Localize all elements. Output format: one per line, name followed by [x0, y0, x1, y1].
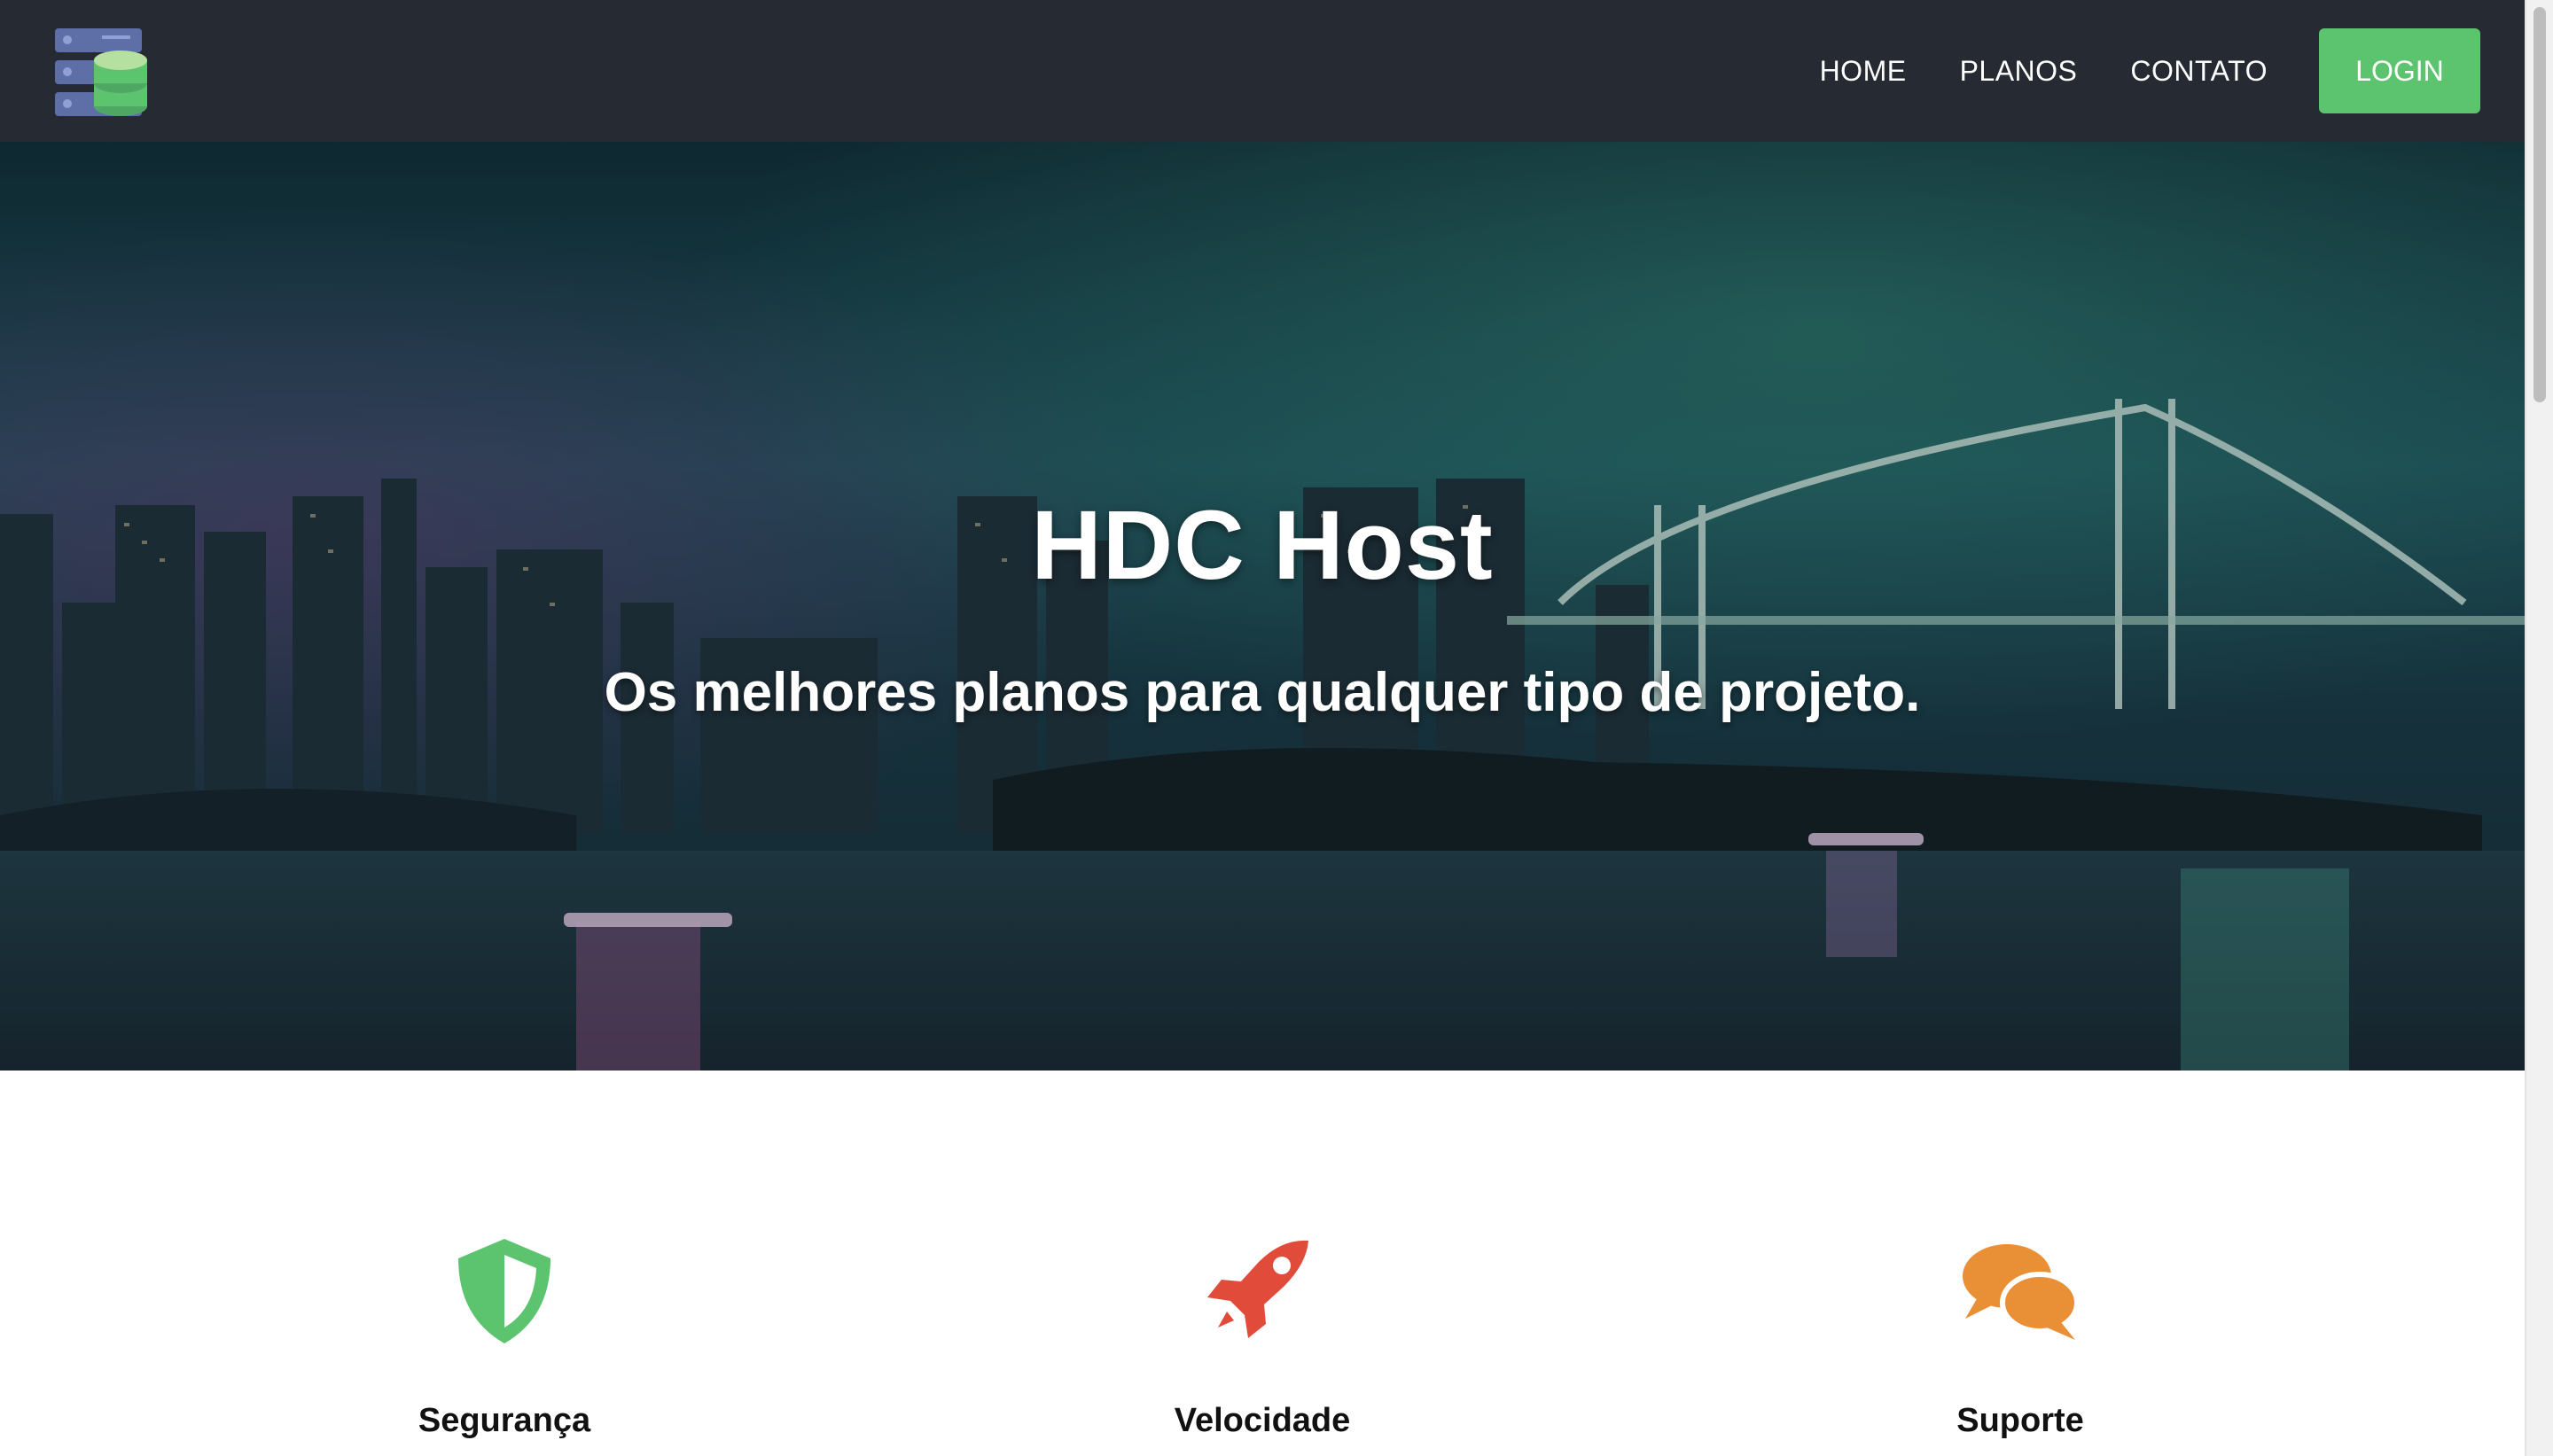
chat-bubbles-icon: [1963, 1244, 2080, 1340]
feature-label-support: Suporte: [1956, 1402, 2084, 1439]
main-nav: HOME PLANOS CONTATO LOGIN: [1820, 28, 2480, 113]
nav-link-contato[interactable]: CONTATO: [2130, 28, 2268, 113]
nav-link-planos[interactable]: PLANOS: [1960, 28, 2078, 113]
scrollbar-thumb[interactable]: [2533, 7, 2546, 402]
feature-label-security: Segurança: [418, 1402, 591, 1439]
shield-icon: [458, 1239, 550, 1343]
feature-security: Segurança: [238, 1235, 770, 1440]
hero-subtitle: Os melhores planos para qualquer tipo de…: [604, 662, 1921, 723]
feature-label-speed: Velocidade: [1174, 1402, 1351, 1439]
logo[interactable]: [55, 28, 147, 117]
feature-support: Suporte: [1754, 1235, 2286, 1440]
features-section: Segurança Velocidade Suporte: [0, 1071, 2525, 1456]
server-database-icon: [55, 28, 147, 116]
vertical-scrollbar[interactable]: [2525, 0, 2553, 1456]
feature-speed: Velocidade: [996, 1235, 1528, 1440]
city-night-background-image: [0, 142, 2525, 1071]
hero-title: HDC Host: [1031, 491, 1494, 600]
page: HOME PLANOS CONTATO LOGIN HDC Host Os me…: [0, 0, 2525, 1456]
nav-link-home[interactable]: HOME: [1820, 28, 1907, 113]
navbar: HOME PLANOS CONTATO LOGIN: [0, 0, 2525, 142]
hero-banner: HDC Host Os melhores planos para qualque…: [0, 142, 2525, 1071]
rocket-icon: [1207, 1240, 1308, 1338]
login-button[interactable]: LOGIN: [2319, 28, 2480, 113]
